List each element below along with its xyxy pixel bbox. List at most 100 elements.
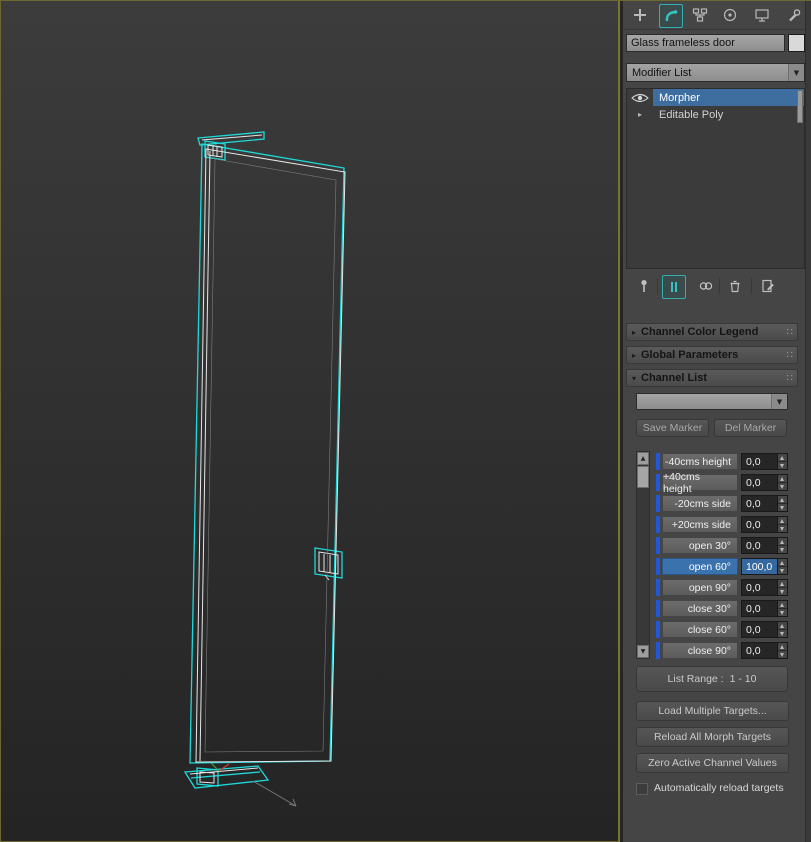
spinner-up-icon[interactable]	[778, 643, 787, 651]
perspective-viewport[interactable]	[0, 1, 619, 842]
spinner-up-icon[interactable]	[778, 580, 787, 588]
rollout-global-parameters[interactable]: ▸ Global Parameters ∷	[626, 346, 798, 364]
channel-button[interactable]: +20cms side	[662, 516, 738, 533]
channel-color-bar[interactable]	[656, 495, 660, 512]
channel-color-bar[interactable]	[656, 600, 660, 617]
stack-scrollbar-thumb[interactable]	[797, 90, 803, 123]
spinner-up-icon[interactable]	[778, 475, 787, 483]
channel-color-bar[interactable]	[656, 579, 660, 596]
spinner-down-icon[interactable]	[778, 651, 787, 658]
hierarchy-tab-icon[interactable]	[689, 4, 711, 26]
spinner-down-icon[interactable]	[778, 462, 787, 469]
channel-value-spinner[interactable]: 0,0	[741, 474, 788, 491]
door-wireframe	[183, 131, 346, 807]
object-color-swatch[interactable]	[788, 34, 805, 52]
channel-color-bar[interactable]	[656, 453, 660, 470]
show-end-result-icon[interactable]	[662, 275, 686, 299]
channel-value-spinner[interactable]: 0,0	[741, 495, 788, 512]
stack-item-label[interactable]: Morpher	[653, 89, 804, 106]
spinner-up-icon[interactable]	[778, 622, 787, 630]
channel-color-bar[interactable]	[656, 537, 660, 554]
expand-arrow-icon[interactable]: ▸	[627, 110, 653, 119]
load-multiple-targets-button[interactable]: Load Multiple Targets...	[636, 701, 789, 721]
chevron-down-icon[interactable]: ▼	[788, 64, 804, 81]
del-marker-button[interactable]: Del Marker	[714, 419, 787, 437]
auto-reload-checkbox[interactable]	[636, 783, 648, 795]
channel-value-text: 0,0	[746, 497, 761, 510]
rollout-channel-list[interactable]: ▾ Channel List ∷	[626, 369, 798, 387]
motion-tab-icon[interactable]	[719, 4, 741, 26]
channel-button[interactable]: open 90°	[662, 579, 738, 596]
channel-list-scrollbar[interactable]: ▲ ▼	[636, 451, 650, 659]
remove-modifier-icon[interactable]	[724, 275, 746, 297]
channel-value-spinner[interactable]: 0,0	[741, 453, 788, 470]
spinner-up-icon[interactable]	[778, 496, 787, 504]
spinner-down-icon[interactable]	[778, 567, 787, 574]
stack-item-editable-poly[interactable]: ▸ Editable Poly	[627, 106, 804, 123]
channel-color-bar[interactable]	[656, 642, 660, 659]
chevron-down-icon[interactable]: ▼	[771, 394, 787, 409]
stack-item-morpher[interactable]: Morpher	[627, 89, 804, 106]
channel-value-spinner[interactable]: 0,0	[741, 516, 788, 533]
rollout-channel-color-legend[interactable]: ▸ Channel Color Legend ∷	[626, 323, 798, 341]
channel-value-spinner[interactable]: 100,0	[741, 558, 788, 575]
display-tab-icon[interactable]	[751, 4, 773, 26]
spinner-up-icon[interactable]	[778, 454, 787, 462]
grip-dots-icon[interactable]: ∷	[787, 327, 793, 338]
make-unique-icon[interactable]	[695, 275, 717, 297]
reload-all-morph-targets-button[interactable]: Reload All Morph Targets	[636, 727, 789, 747]
channel-button[interactable]: close 30°	[662, 600, 738, 617]
channel-value-spinner[interactable]: 0,0	[741, 642, 788, 659]
spinner-down-icon[interactable]	[778, 588, 787, 595]
zero-active-channel-values-button[interactable]: Zero Active Channel Values	[636, 753, 789, 773]
channel-button[interactable]: close 90°	[662, 642, 738, 659]
scrollbar-thumb[interactable]	[637, 466, 649, 488]
grip-dots-icon[interactable]: ∷	[787, 373, 793, 384]
panel-scrollbar[interactable]	[805, 1, 811, 842]
channel-row: open 30° 0,0	[656, 537, 790, 554]
spinner-down-icon[interactable]	[778, 630, 787, 637]
spinner-up-icon[interactable]	[778, 517, 787, 525]
list-range-field[interactable]: List Range : 1 - 10	[636, 666, 788, 692]
utilities-tab-icon[interactable]	[783, 4, 805, 26]
configure-modifier-sets-icon[interactable]	[757, 275, 779, 297]
channel-value-text: 0,0	[746, 518, 761, 531]
modifier-stack[interactable]: Morpher ▸ Editable Poly	[626, 88, 805, 269]
grip-dots-icon[interactable]: ∷	[787, 350, 793, 361]
modifier-list-dropdown[interactable]: Modifier List ▼	[626, 63, 805, 82]
channel-value-spinner[interactable]: 0,0	[741, 579, 788, 596]
channel-button[interactable]: open 60°	[662, 558, 738, 575]
spinner-down-icon[interactable]	[778, 525, 787, 532]
scroll-down-icon[interactable]: ▼	[637, 645, 649, 658]
eye-icon[interactable]	[627, 92, 653, 104]
pin-stack-icon[interactable]	[633, 275, 655, 297]
channel-button[interactable]: -20cms side	[662, 495, 738, 512]
object-name-field[interactable]: Glass frameless door	[626, 34, 785, 52]
channel-color-bar[interactable]	[656, 474, 660, 491]
channel-color-bar[interactable]	[656, 516, 660, 533]
channel-color-bar[interactable]	[656, 558, 660, 575]
channel-button[interactable]: close 60°	[662, 621, 738, 638]
spinner-down-icon[interactable]	[778, 483, 787, 490]
channel-color-bar[interactable]	[656, 621, 660, 638]
spinner-down-icon[interactable]	[778, 546, 787, 553]
spinner-down-icon[interactable]	[778, 609, 787, 616]
channel-button[interactable]: -40cms height	[662, 453, 738, 470]
channel-value-spinner[interactable]: 0,0	[741, 537, 788, 554]
spinner-up-icon[interactable]	[778, 538, 787, 546]
channel-button[interactable]: +40cms height	[662, 471, 738, 495]
spinner-arrows	[777, 643, 787, 658]
channel-value-spinner[interactable]: 0,0	[741, 621, 788, 638]
channel-button[interactable]: open 30°	[662, 537, 738, 554]
save-marker-button[interactable]: Save Marker	[636, 419, 709, 437]
spinner-arrows	[777, 601, 787, 616]
spinner-up-icon[interactable]	[778, 559, 787, 567]
channel-value-spinner[interactable]: 0,0	[741, 600, 788, 617]
marker-select-dropdown[interactable]: ▼	[636, 393, 788, 410]
create-tab-icon[interactable]	[629, 4, 651, 26]
spinner-up-icon[interactable]	[778, 601, 787, 609]
stack-item-label[interactable]: Editable Poly	[653, 106, 804, 123]
scroll-up-icon[interactable]: ▲	[637, 452, 649, 465]
modify-tab-icon[interactable]	[659, 4, 683, 28]
spinner-down-icon[interactable]	[778, 504, 787, 511]
